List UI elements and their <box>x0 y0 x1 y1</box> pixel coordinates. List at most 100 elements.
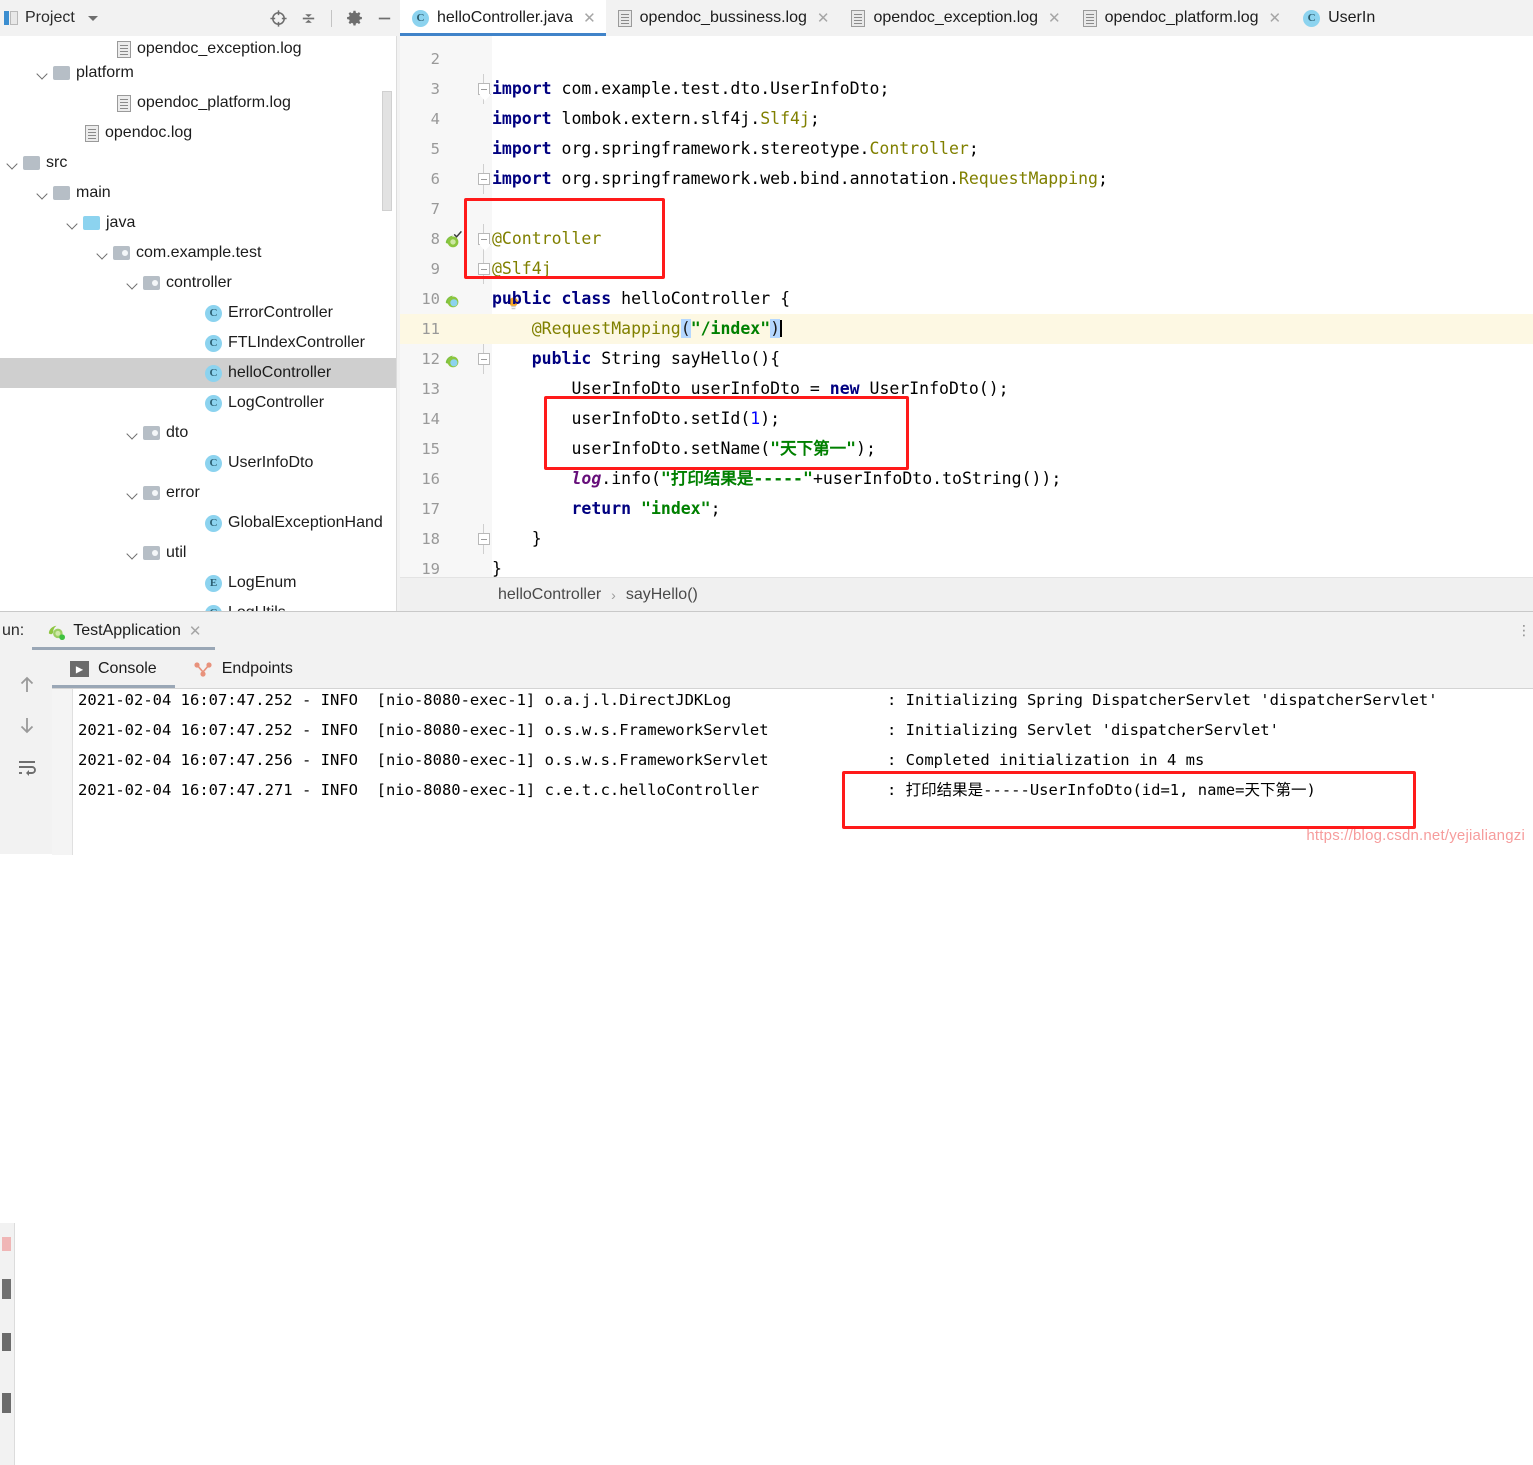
fold-toggle-icon[interactable] <box>478 353 490 365</box>
chevron-down-icon[interactable] <box>126 546 140 560</box>
close-icon[interactable]: ✕ <box>1269 11 1282 26</box>
marker-icon <box>2 1279 11 1299</box>
folder-icon <box>23 156 40 170</box>
log-file-icon <box>85 124 99 142</box>
soft-wrap-icon[interactable] <box>16 756 38 778</box>
chevron-down-icon[interactable] <box>87 15 98 21</box>
run-header: un: TestApplication ✕ ⋮ <box>0 612 1533 650</box>
chevron-down-icon[interactable] <box>126 426 140 440</box>
code-line-7[interactable]: 7 <box>400 194 1533 224</box>
run-tab-console[interactable]: ▶ Console <box>52 650 175 688</box>
tree-node-error[interactable]: error <box>0 478 400 508</box>
code-line-19[interactable]: 19} <box>400 554 1533 577</box>
code-line-16[interactable]: 16 log.info("打印结果是-----"+userInfoDto.toS… <box>400 464 1533 494</box>
code-line-9[interactable]: 9 @Slf4j <box>400 254 1533 284</box>
tree-node-userinfodto[interactable]: C UserInfoDto <box>0 448 400 478</box>
code-line-10[interactable]: 10 public class helloController { <box>400 284 1533 314</box>
run-configuration-tab[interactable]: TestApplication ✕ <box>32 612 216 650</box>
fold-toggle-icon[interactable] <box>478 263 490 275</box>
tree-node-controller[interactable]: controller <box>0 268 400 298</box>
editor-tab-2[interactable]: opendoc_exception.log ✕ <box>839 0 1071 36</box>
chevron-down-icon[interactable] <box>126 486 140 500</box>
close-icon[interactable]: ✕ <box>817 11 830 26</box>
scroll-down-icon[interactable] <box>16 714 38 736</box>
tree-node-errorcontroller[interactable]: C ErrorController <box>0 298 400 328</box>
code-line-6[interactable]: 6 import org.springframework.web.bind.ann… <box>400 164 1533 194</box>
breadcrumb[interactable]: helloController › sayHello() <box>400 577 1533 611</box>
code-editor[interactable]: 2 3 import com.example.test.dto.UserInfoDt… <box>400 36 1533 577</box>
tree-node-platform[interactable]: platform <box>0 58 400 88</box>
tab-label: helloController.java <box>437 9 574 26</box>
close-icon[interactable]: ✕ <box>583 11 596 26</box>
fold-toggle-icon[interactable] <box>478 533 490 545</box>
editor-tab-1[interactable]: opendoc_bussiness.log ✕ <box>605 0 840 36</box>
editor-tab-3[interactable]: opendoc_platform.log ✕ <box>1070 0 1292 36</box>
tree-node-com-example-test[interactable]: com.example.test <box>0 238 400 268</box>
line-text: userInfoDto.setName("天下第一"); <box>492 439 876 458</box>
run-tool-window: un: TestApplication ✕ ⋮ ▶ Console Endpoint… <box>0 611 1533 1465</box>
tree-node-ftlindexcontroller[interactable]: C FTLIndexController <box>0 328 400 358</box>
spring-bean-gutter-icon[interactable] <box>444 290 462 308</box>
tree-node-dto[interactable]: dto <box>0 418 400 448</box>
chevron-down-icon[interactable] <box>6 156 20 170</box>
tree-node-hellocontroller[interactable]: ChelloController <box>0 358 400 388</box>
chevron-down-icon[interactable] <box>36 66 50 80</box>
code-line-2[interactable]: 2 <box>400 44 1533 74</box>
code-line-12[interactable]: 12 public String sayHello(){ <box>400 344 1533 374</box>
locate-icon[interactable] <box>269 9 288 28</box>
class-icon: C <box>205 304 222 322</box>
fold-toggle-icon[interactable] <box>478 233 490 245</box>
tree-node-main[interactable]: main <box>0 178 400 208</box>
chevron-down-icon[interactable] <box>126 276 140 290</box>
chevron-down-icon[interactable] <box>66 216 80 230</box>
code-line-14[interactable]: 14 userInfoDto.setId(1); <box>400 404 1533 434</box>
tree-node-logenum[interactable]: E LogEnum <box>0 568 400 598</box>
code-line-3[interactable]: 3 import com.example.test.dto.UserInfoDto… <box>400 74 1533 104</box>
run-tab-label: Console <box>98 660 157 677</box>
close-icon[interactable]: ✕ <box>1048 11 1061 26</box>
code-line-11[interactable]: 11 @RequestMapping("/index") <box>400 314 1533 344</box>
tree-node-logcontroller[interactable]: C LogController <box>0 388 400 418</box>
spring-bean-gutter-icon[interactable] <box>444 230 462 248</box>
gear-icon[interactable] <box>345 9 364 28</box>
code-line-4[interactable]: 4 import lombok.extern.slf4j.Slf4j; <box>400 104 1533 134</box>
tree-node-opendoc-platform-log[interactable]: opendoc_platform.log <box>0 88 400 118</box>
code-line-15[interactable]: 15 userInfoDto.setName("天下第一"); <box>400 434 1533 464</box>
line-number: 8 <box>430 230 440 248</box>
collapse-all-icon[interactable] <box>299 9 318 28</box>
fold-toggle-icon[interactable] <box>478 83 490 95</box>
code-line-13[interactable]: 13 UserInfoDto userInfoDto = new UserInf… <box>400 374 1533 404</box>
class-icon: C <box>205 394 222 412</box>
project-scrollbar[interactable] <box>382 91 392 211</box>
spring-bean-gutter-icon[interactable] <box>444 350 462 368</box>
tree-node-opendoc-log[interactable]: opendoc.log <box>0 118 400 148</box>
breadcrumb-method[interactable]: sayHello() <box>626 586 698 604</box>
scroll-up-icon[interactable] <box>16 674 38 696</box>
fold-toggle-icon[interactable] <box>478 173 490 185</box>
chevron-down-icon[interactable] <box>36 186 50 200</box>
run-header-overflow-icon[interactable]: ⋮ <box>1517 622 1531 639</box>
tree-node-src[interactable]: src <box>0 148 400 178</box>
project-tree-panel[interactable]: opendoc_exception.log platform opendoc_pla… <box>0 36 400 611</box>
tree-node-globalexceptionhand[interactable]: C GlobalExceptionHand <box>0 508 400 538</box>
minimize-icon[interactable] <box>375 9 394 28</box>
chevron-down-icon[interactable] <box>96 246 110 260</box>
code-line-5[interactable]: 5 import org.springframework.stereotype.C… <box>400 134 1533 164</box>
code-line-18[interactable]: 18 } <box>400 524 1533 554</box>
code-content[interactable]: 2 3 import com.example.test.dto.UserInfoDt… <box>400 44 1533 577</box>
tree-node-opendoc-exception-log[interactable]: opendoc_exception.log <box>0 36 400 58</box>
run-tab-endpoints[interactable]: Endpoints <box>175 650 311 688</box>
code-line-8[interactable]: 8 @Controller <box>400 224 1533 254</box>
line-text: import org.springframework.stereotype.Co… <box>492 139 979 158</box>
code-line-17[interactable]: 17 return "index"; <box>400 494 1533 524</box>
line-number: 4 <box>430 110 440 128</box>
editor-tab-4[interactable]: C UserIn <box>1291 0 1386 36</box>
tree-node-logutils[interactable]: CLogUtils <box>0 598 400 611</box>
tree-node-util[interactable]: util <box>0 538 400 568</box>
project-tool-window-title[interactable]: Project <box>0 9 98 27</box>
breadcrumb-class[interactable]: helloController <box>498 586 601 604</box>
editor-tab-0[interactable]: ChelloController.java ✕ <box>400 0 606 36</box>
tree-node-java[interactable]: java <box>0 208 400 238</box>
line-text: @Slf4j <box>492 259 552 278</box>
close-icon[interactable]: ✕ <box>189 622 202 640</box>
